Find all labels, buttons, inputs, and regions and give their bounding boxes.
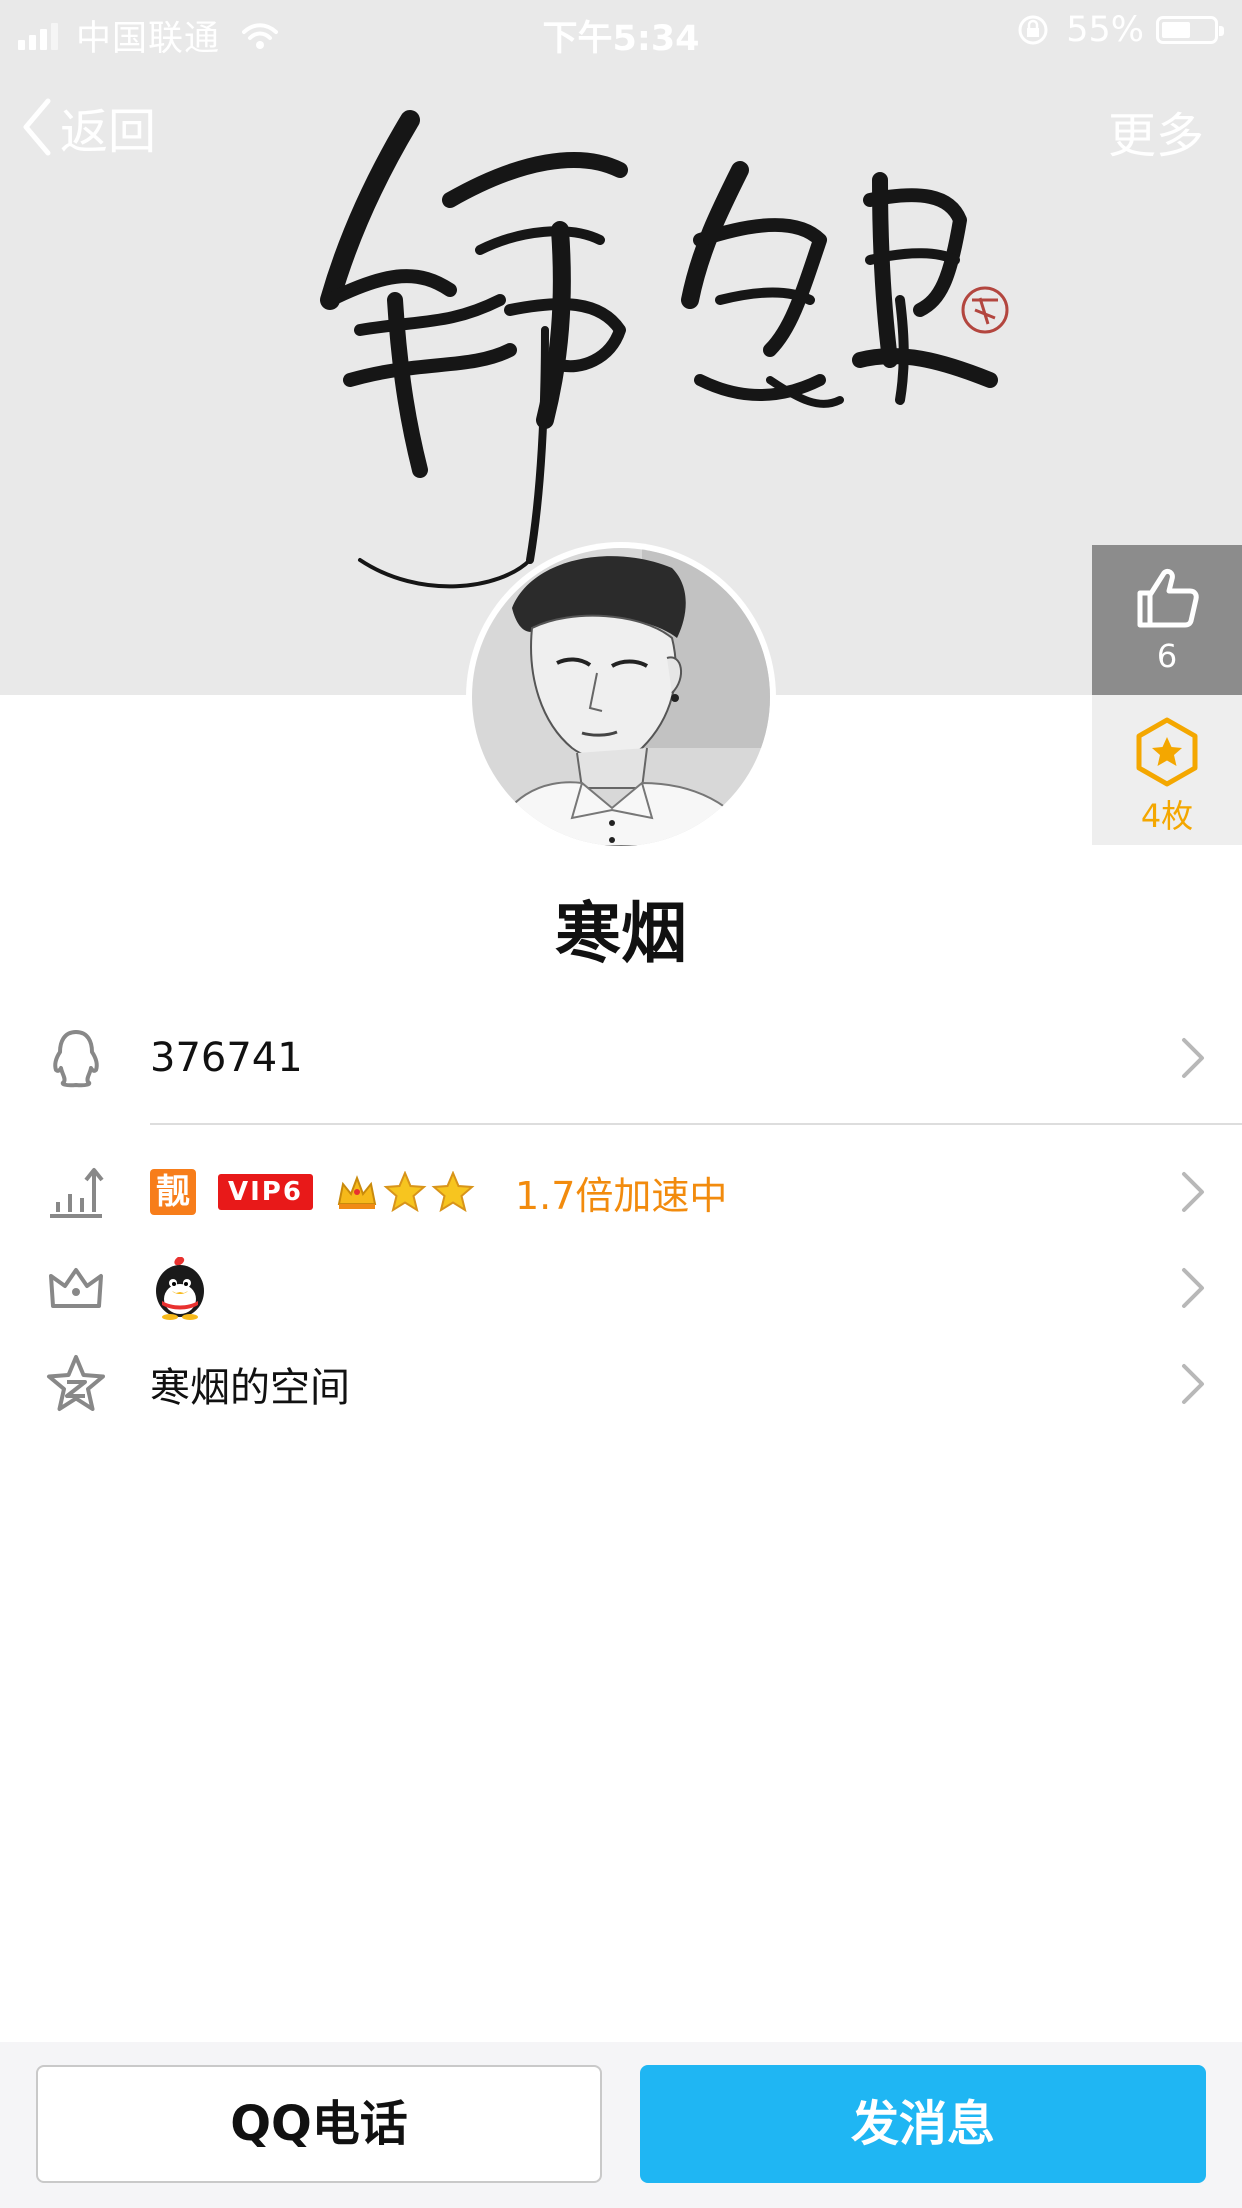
avatar-image (472, 548, 770, 846)
back-button[interactable]: 返回 (22, 92, 156, 162)
qq-number: 376741 (150, 1035, 303, 1081)
medal-wall-button[interactable]: 4枚 (1092, 695, 1242, 845)
avatar[interactable] (466, 542, 776, 852)
vip-badge: VIP6 (218, 1174, 313, 1210)
crown-icon (337, 1175, 377, 1209)
chevron-right-icon (1182, 1268, 1204, 1308)
qzone-label: 寒烟的空间 (150, 1365, 350, 1411)
qzone-row[interactable]: 寒烟的空间 (0, 1336, 1242, 1432)
qq-penguin-icon (156, 1257, 204, 1320)
crown-outline-icon (44, 1256, 108, 1320)
level-badges: 靓 VIP6 1.7倍加速中 (150, 1165, 727, 1220)
back-label: 返回 (60, 104, 157, 160)
medal-count: 4枚 (1140, 797, 1194, 835)
battery-percent: 55% (1066, 10, 1144, 50)
chevron-left-icon (23, 98, 51, 156)
qq-number-row[interactable]: 376741 (0, 1010, 1242, 1106)
qq-call-button[interactable]: QQ电话 (36, 2065, 602, 2183)
qq-pet-row[interactable] (0, 1240, 1242, 1336)
row-divider (150, 1123, 1242, 1125)
like-count: 6 (1156, 637, 1178, 675)
level-row[interactable]: 靓 VIP6 1.7倍加速中 (0, 1144, 1242, 1240)
level-up-chart-icon (44, 1160, 108, 1224)
more-button[interactable]: 更多 (1108, 96, 1204, 166)
liang-badge: 靓 (150, 1169, 196, 1215)
penguin-outline-icon (44, 1026, 108, 1090)
star-icon (431, 1171, 475, 1213)
chevron-right-icon (1182, 1038, 1204, 1078)
medal-star-icon (1136, 717, 1198, 787)
status-bar: 中国联通 下午5:34 55% (0, 0, 1242, 62)
status-right: 55% (1016, 10, 1224, 50)
send-message-button[interactable]: 发消息 (640, 2065, 1206, 2183)
qzone-star-icon (44, 1352, 108, 1416)
level-icons (335, 1171, 475, 1213)
battery-icon (1156, 16, 1224, 44)
pet-icons (150, 1255, 210, 1321)
thumbs-up-icon (1137, 568, 1199, 628)
speed-text: 1.7倍加速中 (514, 1173, 728, 1218)
rotation-lock-icon (1018, 15, 1048, 45)
like-button[interactable]: 6 (1092, 545, 1242, 695)
chevron-right-icon (1182, 1364, 1204, 1404)
chevron-right-icon (1182, 1172, 1204, 1212)
star-icon (383, 1171, 427, 1213)
nickname: 寒烟 (555, 895, 687, 972)
